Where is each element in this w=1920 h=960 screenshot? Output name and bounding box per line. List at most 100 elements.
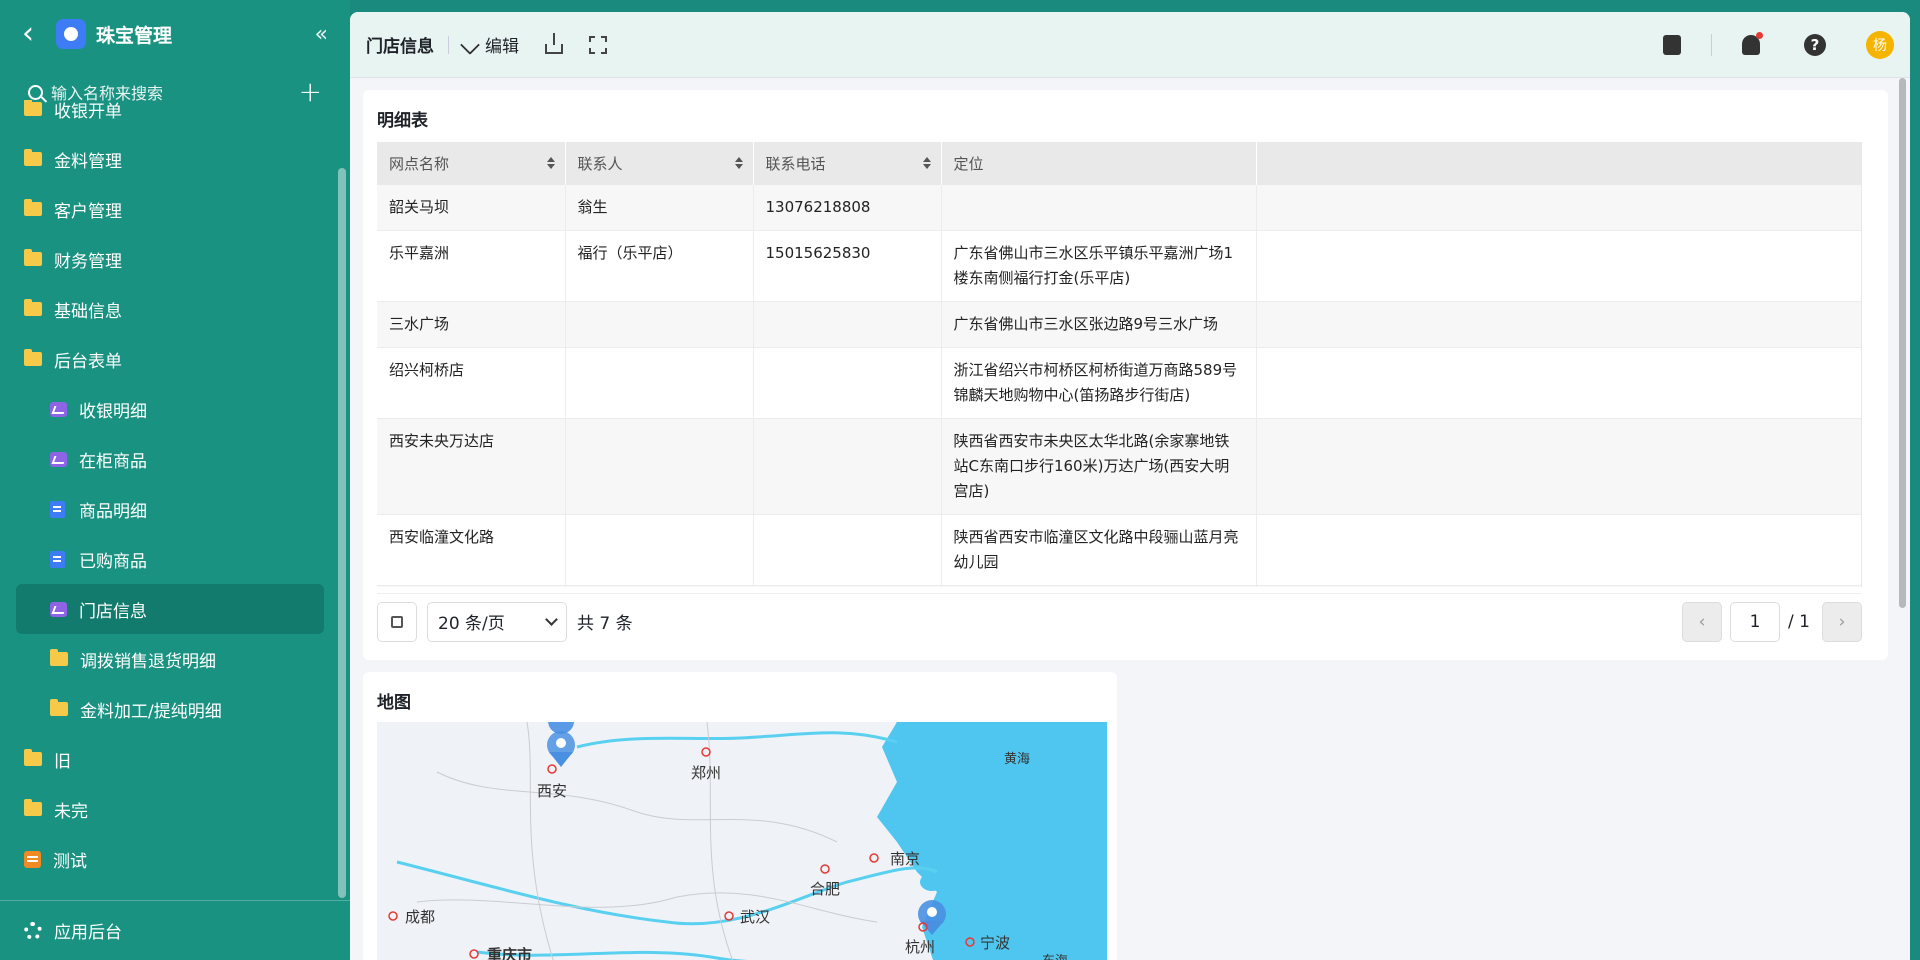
sidebar-item[interactable]: 金料管理 [0,134,340,184]
toolbar-right: ? 杨 [1663,30,1894,59]
notification-bell-icon[interactable] [1742,31,1763,55]
table-cell [753,347,942,419]
main-scrollbar[interactable] [1899,78,1906,608]
city-dot [388,911,398,921]
column-header-label: 网点名称 [389,155,450,173]
sidebar-item-label: 旧 [54,751,71,772]
sidebar-item[interactable]: 门店信息 [16,584,324,634]
sidebar-item[interactable]: 后台表单 [0,334,340,384]
sidebar-scrollbar[interactable] [338,168,346,898]
column-header-contact[interactable]: 联系人 [565,142,754,185]
column-settings-button[interactable] [377,601,417,642]
chart-icon [50,401,67,417]
sidebar-item[interactable]: 调拨销售退货明细 [0,634,340,684]
avatar[interactable]: 杨 [1866,30,1894,59]
next-page-button[interactable]: › [1822,601,1862,642]
table-scroll-area[interactable]: 网点名称 联系人 联系电话 定位 韶关马坝 翁生 13076218808 乐平嘉洲 福行… [377,142,1862,587]
fullscreen-icon[interactable] [589,35,607,54]
folder-open-icon [24,349,42,366]
map-panel: 地图 西安 郑州 南京 合肥 武汉 成都 重庆市 杭州 宁波 黄海 [363,672,1117,960]
search-icon [28,84,43,100]
table-cell: 福行三水华际店 [377,585,566,587]
sidebar-item-label: 门店信息 [79,601,147,622]
folder-icon [24,249,42,266]
table-cell [1256,185,1861,231]
app-admin-link[interactable]: 应用后台 [0,900,350,960]
prev-page-button[interactable]: ‹ [1682,601,1723,642]
table-cell [1256,347,1861,419]
map-view[interactable]: 西安 郑州 南京 合肥 武汉 成都 重庆市 杭州 宁波 黄海 东海 [377,722,1107,960]
table-cell [1256,514,1861,586]
table-row[interactable]: 韶关马坝 翁生 13076218808 [377,185,1861,231]
table-cell [1256,585,1861,587]
sidebar-item[interactable]: 财务管理 [0,234,340,284]
sidebar-item[interactable]: 已购商品 [0,534,340,584]
table-cell: 西安未央万达店 [377,418,566,515]
page-size-value: 20 条/页 [438,614,505,634]
table-row[interactable]: 绍兴柯桥店 浙江省绍兴市柯桥区柯桥街道万商路589号锦麟天地购物中心(笛扬路步行街… [377,347,1861,419]
sidebar-item-label: 收银明细 [79,401,147,422]
top-toolbar: 门店信息 编辑 ? 杨 [350,12,1910,78]
sidebar-item[interactable]: 测试 [0,834,340,880]
sidebar-item[interactable]: 商品明细 [0,484,340,534]
sidebar-item[interactable]: 客户管理 [0,184,340,234]
sidebar-item[interactable]: 收银开单 [0,100,340,134]
sidebar: ‹ 珠宝管理 « 输入名称来搜索 + 收银开单 金料管理 客户管理 财务管理 基础信息后… [0,0,350,960]
folder-icon [50,649,68,666]
sort-icon[interactable] [546,157,555,169]
sidebar-item[interactable]: 收银明细 [0,384,340,434]
book-icon[interactable] [1663,34,1681,55]
table-cell [753,301,942,348]
column-header-phone[interactable]: 联系电话 [753,142,942,185]
sea-label: 东海 [1042,950,1068,960]
sidebar-item[interactable]: 金料加工/提纯明细 [0,684,340,734]
column-header-label: 联系电话 [765,155,826,173]
table-cell: 福行 [565,585,754,587]
table-row[interactable]: 西安未央万达店 陕西省西安市未央区太华北路(余家寨地铁站C东南口步行160米)万达… [377,418,1861,515]
table-cell: 广东省佛山市三水区三水区西南街道 [941,585,1257,587]
sidebar-item[interactable]: 未完 [0,784,340,834]
table-cell: 陕西省西安市临潼区文化路中段骊山蓝月亮幼儿园 [941,514,1257,586]
table-cell [1256,418,1861,515]
sidebar-item[interactable]: 基础信息 [0,284,340,334]
sidebar-item[interactable]: 旧 [0,734,340,784]
province-border [436,771,838,843]
back-arrow-icon[interactable]: ‹ [22,19,34,49]
sidebar-menu: 收银开单 金料管理客户管理财务管理 基础信息后台表单收银明细在柜商品 商品明细已购商品… [0,100,340,880]
app-admin-label: 应用后台 [54,923,122,943]
sort-icon[interactable] [734,157,743,169]
table-row[interactable]: 福行三水华际店福行07576978888广东省佛山市三水区三水区西南街道 [377,585,1861,587]
gear-icon [24,921,42,940]
column-header-empty [1256,142,1861,185]
current-page-input[interactable]: 1 [1730,601,1781,642]
sidebar-item-label: 测试 [53,851,87,872]
chart-icon [50,601,67,617]
table-row[interactable]: 三水广场 广东省佛山市三水区张边路9号三水广场 [377,301,1861,348]
share-icon[interactable] [545,32,563,54]
city-label: 西安 [537,782,568,800]
edit-button[interactable]: 编辑 [460,32,519,57]
city-label: 杭州 [905,938,936,956]
sort-icon[interactable] [922,157,931,169]
page-size-select[interactable]: 20 条/页 [427,601,567,642]
city-dot [701,747,711,757]
table-row[interactable]: 西安临潼文化路 陕西省西安市临潼区文化路中段骊山蓝月亮幼儿园 [377,514,1861,586]
table-cell: 福行（乐平店） [565,230,754,302]
page-title: 门店信息 [366,37,434,57]
sidebar-item-label: 客户管理 [54,201,122,222]
map-marker-icon [547,722,575,767]
table-cell [565,514,754,586]
column-header-name[interactable]: 网点名称 [377,142,566,185]
sidebar-item[interactable]: 在柜商品 [0,434,340,484]
help-icon[interactable]: ? [1804,33,1826,56]
map-title: 地图 [377,693,411,713]
sidebar-item-label: 已购商品 [79,551,147,572]
collapse-sidebar-icon[interactable]: « [315,22,328,47]
sidebar-item-label: 调拨销售退货明细 [80,651,216,672]
sea-label: 黄海 [1004,752,1031,767]
sea-area [877,722,1107,960]
table-cell: 三水广场 [377,301,566,348]
table-row[interactable]: 乐平嘉洲 福行（乐平店） 15015625830 广东省佛山市三水区乐平镇乐平嘉洲广场… [377,230,1861,302]
sidebar-item-label: 后台表单 [54,351,122,372]
column-header-location[interactable]: 定位 [941,142,1257,185]
